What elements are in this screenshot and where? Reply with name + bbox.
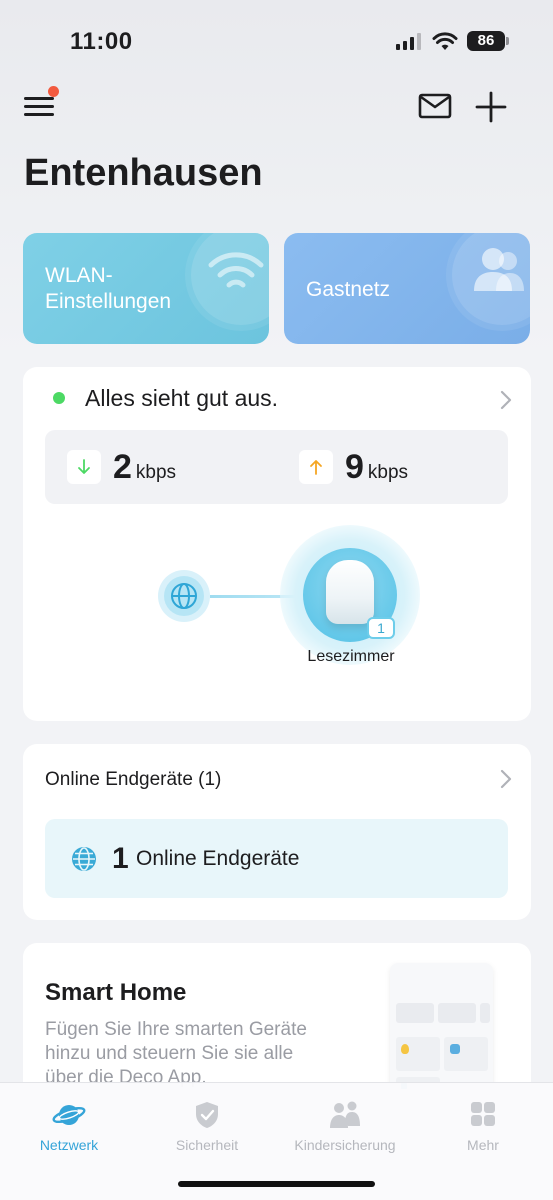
battery-icon: 86 [467,31,505,51]
client-count-badge: 1 [367,617,395,639]
tab-security[interactable]: Sicherheit [138,1083,276,1163]
mail-icon[interactable] [418,92,452,120]
online-devices-summary[interactable]: 1 Online Endgeräte [45,819,508,898]
arrow-down-icon [67,450,101,484]
online-devices-title: Online Endgeräte (1) [45,769,222,790]
wifi-icon [208,252,264,288]
upload-unit: kbps [367,462,409,483]
tab-security-label: Sicherheit [175,1137,239,1153]
globe-icon [171,583,197,609]
download-unit: kbps [135,462,177,483]
cellular-signal-icon [396,32,421,50]
status-time: 11:00 [70,28,133,55]
status-indicator [53,392,65,404]
tab-network[interactable]: Netzwerk [0,1083,138,1163]
planet-icon [52,1105,86,1125]
users-icon [474,248,524,291]
wlan-settings-tile[interactable]: WLAN-Einstellungen [23,233,269,344]
wifi-status-icon [432,32,458,50]
globe-icon [72,847,96,871]
tab-more-label: Mehr [467,1137,499,1153]
network-topology: 1 Lesezimmer [23,517,531,717]
online-devices-label: Online Endgeräte [136,847,300,870]
notification-dot [48,86,59,97]
upload-value: 9 [345,448,364,486]
menu-button[interactable] [24,94,56,120]
tab-parental-controls[interactable]: Kindersicherung [276,1083,414,1163]
network-status-card[interactable]: Alles sieht gut aus. 2 kbps 9 kbps 1 Les… [23,367,531,721]
internet-node[interactable] [158,570,210,622]
battery-cap [506,37,509,45]
status-bar: 11:00 86 [0,0,553,80]
smart-home-title: Smart Home [45,979,187,1006]
tab-more[interactable]: Mehr [414,1083,552,1163]
shield-check-icon [196,1102,218,1128]
tab-parental-controls-label: Kindersicherung [294,1137,396,1153]
tab-network-label: Netzwerk [39,1137,99,1153]
guest-network-tile[interactable]: Gastnetz [284,233,530,344]
wlan-settings-label: WLAN-Einstellungen [45,264,172,313]
grid-icon [471,1102,495,1126]
guest-network-label: Gastnetz [306,278,391,301]
deco-name: Lesezimmer [307,648,395,665]
status-text: Alles sieht gut aus. [85,385,279,411]
speed-panel: 2 kbps 9 kbps [45,430,508,504]
chevron-right-icon[interactable] [499,389,513,411]
family-icon [330,1101,360,1128]
smart-home-description: Fügen Sie Ihre smarten Geräte hinzu und … [45,1019,307,1088]
deco-router-icon [326,560,374,624]
online-devices-count: 1 [112,842,129,875]
add-icon[interactable] [474,90,508,124]
arrow-up-icon [299,450,333,484]
chevron-right-icon[interactable] [499,768,513,790]
upload-speed: 9 kbps [299,450,408,484]
page-title: Entenhausen [24,152,263,194]
download-speed: 2 kbps [67,450,176,484]
download-value: 2 [113,448,132,486]
home-indicator[interactable] [178,1181,375,1187]
online-devices-card[interactable]: Online Endgeräte (1) 1 Online Endgeräte [23,744,531,920]
